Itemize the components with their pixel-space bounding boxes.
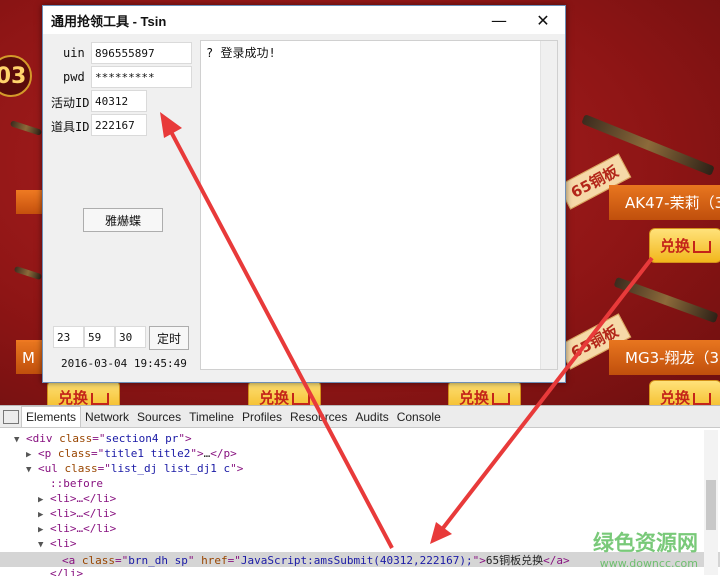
tree-row-ul[interactable]: ▼ <ul class="list_dj list_dj1 c"> [0,462,720,477]
mg3-image [613,276,719,324]
exchange-button-ak47[interactable]: 兑换 [649,228,720,263]
expand-arrow-icon[interactable]: ▶ [38,510,50,520]
tree-row-p[interactable]: ▶ <p class="title1 title2">…</p> [0,447,720,462]
watermark-title: 绿色资源网 [593,531,698,555]
uin-label: uin [63,46,85,60]
exchange-button-1[interactable]: 兑换 [47,380,121,405]
minute-input[interactable]: 59 [84,326,115,348]
collapse-arrow-icon[interactable]: ▼ [14,435,26,445]
tab-profiles[interactable]: Profiles [238,407,286,427]
log-text: ? 登录成功! [206,46,276,60]
collapse-arrow-icon[interactable]: ▼ [26,465,38,475]
cart-icon [91,392,110,405]
tab-resources[interactable]: Resources [286,407,351,427]
gun-image-left-2 [13,265,43,281]
tool-window: 通用抢领工具 - Tsin — ✕ uin 896555897 pwd ****… [42,5,566,383]
hour-input[interactable]: 23 [53,326,84,348]
cart-icon [693,392,712,405]
tree-row-li-2[interactable]: ▶ <li>…</li> [0,507,720,522]
tree-row-li-1[interactable]: ▶ <li>…</li> [0,492,720,507]
activity-id-input[interactable]: 40312 [91,90,147,112]
pwd-input[interactable]: ********* [91,66,192,88]
item-name-mg3: MG3-翔龙（3 [609,340,720,375]
cart-icon [492,392,511,405]
datetime-display: 2016-03-04 19:45:49 [61,357,187,370]
uin-input[interactable]: 896555897 [91,42,192,64]
cart-icon [292,392,311,405]
item-name-ak47: AK47-茉莉（3 [609,185,720,220]
timer-button[interactable]: 定时 [149,326,189,350]
exchange-button-2[interactable]: 兑换 [248,380,322,405]
item-id-input[interactable]: 222167 [91,114,147,136]
devtools-tab-bar: Elements Network Sources Timeline Profil… [0,406,720,428]
item-id-label: 道具ID [51,120,90,134]
collapse-arrow-icon[interactable]: ▼ [38,540,50,550]
number-badge: 03 [0,55,32,97]
devtools-scrollbar[interactable] [704,430,718,575]
tree-row-div[interactable]: ▼ <div class="section4 pr"> [0,432,720,447]
expand-arrow-icon[interactable]: ▶ [38,495,50,505]
devtools-panel: Elements Network Sources Timeline Profil… [0,405,720,576]
expand-arrow-icon[interactable]: ▶ [26,450,38,460]
tab-network[interactable]: Network [81,407,133,427]
activity-id-label: 活动ID [51,96,90,110]
exchange-button-3[interactable]: 兑换 [448,380,522,405]
second-input[interactable]: 30 [115,326,146,348]
title-bar: 通用抢领工具 - Tsin — ✕ [43,6,565,34]
window-client-area: uin 896555897 pwd ********* 活动ID 40312 道… [43,34,565,382]
tab-console[interactable]: Console [393,407,445,427]
devtools-scroll-thumb[interactable] [706,480,716,530]
log-output[interactable]: ? 登录成功! [200,40,558,370]
tab-sources[interactable]: Sources [133,407,185,427]
watermark-url: www.downcc.com [599,557,698,570]
expand-arrow-icon[interactable]: ▶ [38,525,50,535]
log-scrollbar[interactable] [540,41,557,369]
gun-image-left-1 [9,120,43,136]
window-title: 通用抢领工具 - Tsin [51,13,167,29]
cart-icon [693,240,712,253]
pwd-label: pwd [63,70,85,84]
inspect-icon[interactable] [3,409,19,424]
action-button[interactable]: 雅爀蝶 [83,208,163,232]
close-button[interactable]: ✕ [521,6,565,34]
exchange-button-4[interactable]: 兑换 [649,380,720,405]
watermark: 绿色资源网 www.downcc.com [593,527,698,570]
tab-audits[interactable]: Audits [351,407,392,427]
orange-tab-left-top [16,190,42,214]
minimize-button[interactable]: — [477,6,521,34]
item-name-left: M [16,342,42,374]
tab-elements[interactable]: Elements [21,406,82,427]
tree-row-before[interactable]: ::before [0,477,720,492]
tab-timeline[interactable]: Timeline [185,407,238,427]
